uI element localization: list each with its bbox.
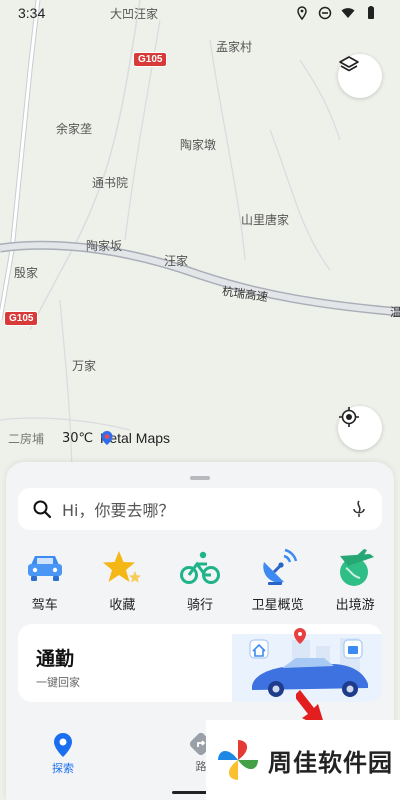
pinwheel-logo-icon xyxy=(218,740,258,780)
tab-label: 探索 xyxy=(52,762,74,775)
shortcut-cycling[interactable]: 骑行 xyxy=(165,548,235,613)
place-label[interactable]: 殷家 xyxy=(14,264,38,281)
commute-subtitle: 一键回家 xyxy=(36,676,80,689)
bike-icon xyxy=(179,551,220,584)
satellite-icon xyxy=(262,548,297,585)
place-label[interactable]: 通书院 xyxy=(92,174,128,191)
status-bar: 3:34 xyxy=(0,0,400,28)
tab-label: 路 xyxy=(195,760,207,773)
wifi-icon xyxy=(341,8,355,18)
sheet-handle[interactable] xyxy=(190,476,210,480)
shortcut-label: 收藏 xyxy=(109,598,136,613)
search-bar[interactable]: Hi，你要去哪？ xyxy=(18,488,382,530)
place-label[interactable]: 余家垄 xyxy=(56,120,92,137)
shortcut-travel-abroad[interactable]: 出境游 xyxy=(320,548,390,613)
place-label[interactable]: 山里唐家 xyxy=(241,211,289,228)
search-placeholder[interactable]: Hi，你要去哪？ xyxy=(62,497,350,521)
place-label[interactable]: 陶家墩 xyxy=(180,136,216,153)
tab-explore[interactable]: 探索 xyxy=(52,732,74,776)
weather-temp: 30℃ xyxy=(62,431,94,446)
plane-icon xyxy=(340,549,375,586)
shortcut-label: 出境游 xyxy=(335,598,375,613)
edge-road-label: 温 xyxy=(390,305,400,319)
search-icon xyxy=(33,500,52,519)
shortcut-drive[interactable]: 驾车 xyxy=(10,548,80,613)
microphone-icon[interactable] xyxy=(350,499,368,519)
shortcut-label: 驾车 xyxy=(31,598,58,613)
watermark-text: 周佳软件园 xyxy=(268,748,393,777)
place-label[interactable]: 孟家村 xyxy=(216,38,252,55)
shortcut-row: 驾车 收藏 骑行 卫星概览 出境游 xyxy=(6,548,394,613)
location-pin-icon xyxy=(54,733,72,757)
petal-maps-logo-icon xyxy=(101,431,113,445)
shortcut-label: 卫星概览 xyxy=(251,598,304,613)
my-location-button[interactable] xyxy=(338,406,382,450)
layers-button[interactable] xyxy=(338,54,382,98)
layers-icon xyxy=(339,56,359,72)
shortcut-favorites[interactable]: 收藏 xyxy=(87,548,157,613)
map-view[interactable]: 大凹汪家 孟家村 余家垄 陶家墩 通书院 山里唐家 陶家坂 汪家 殷家 万家 杭… xyxy=(0,0,400,470)
shortcut-satellite[interactable]: 卫星概览 xyxy=(243,548,313,613)
watermark: 周佳软件园 xyxy=(206,720,400,800)
petal-maps-brand: Petal Maps xyxy=(100,430,170,446)
commute-title: 通勤 xyxy=(36,648,75,670)
car-icon xyxy=(27,556,62,581)
shortcut-label: 骑行 xyxy=(186,598,213,613)
place-label[interactable]: 陶家坂 xyxy=(86,237,122,254)
place-label[interactable]: 汪家 xyxy=(164,252,188,269)
route-shield: G105 xyxy=(133,52,168,67)
star-icon xyxy=(103,551,142,583)
weather-widget[interactable]: 二房埔 30℃ xyxy=(8,430,93,447)
status-time: 3:34 xyxy=(18,5,46,21)
weather-place: 二房埔 xyxy=(8,432,45,446)
crosshair-icon xyxy=(339,407,359,427)
battery-icon xyxy=(368,6,374,19)
dnd-icon xyxy=(318,6,332,20)
location-status-icon xyxy=(297,6,307,20)
place-label[interactable]: 万家 xyxy=(72,357,96,374)
route-shield: G105 xyxy=(4,311,39,326)
